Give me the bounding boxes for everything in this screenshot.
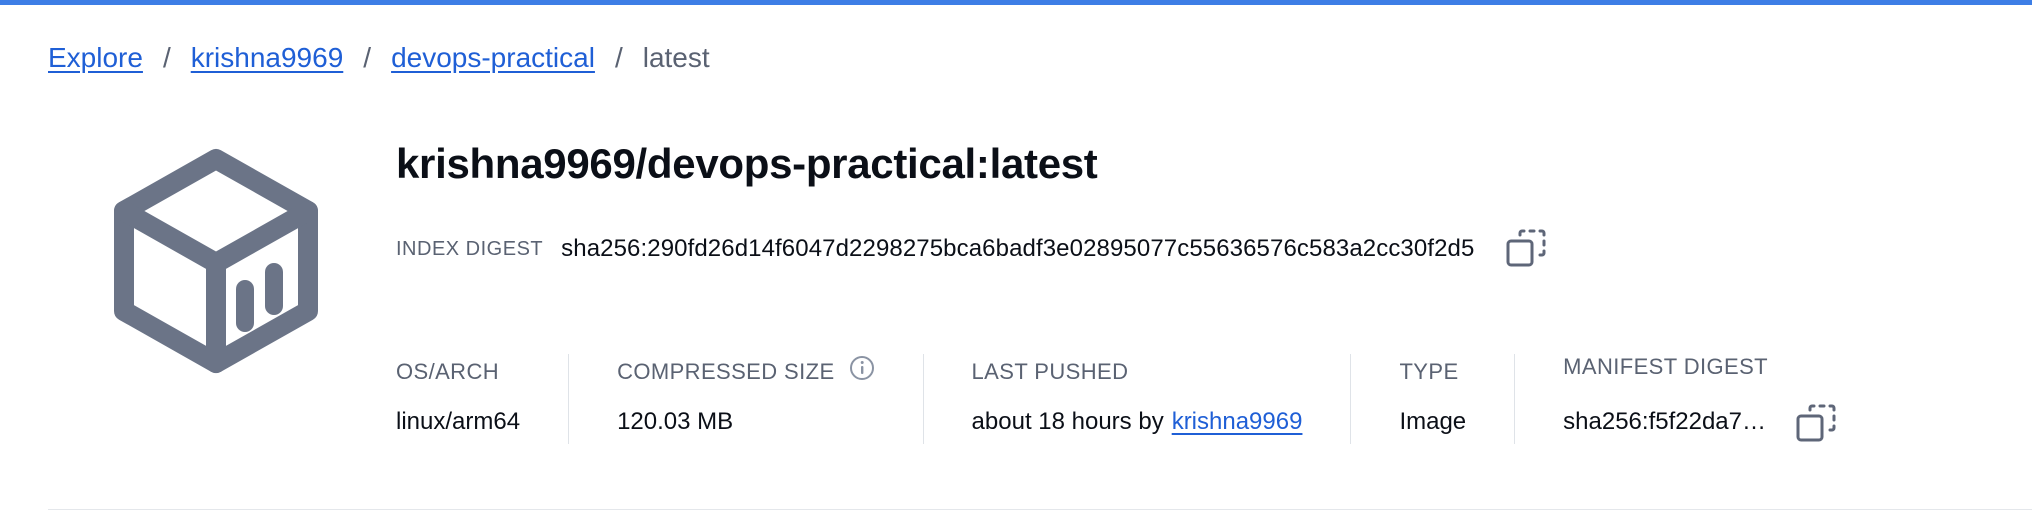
- index-digest-value: sha256:290fd26d14f6047d2298275bca6badf3e…: [561, 235, 1475, 262]
- last-pushed-time: about 18 hours by: [971, 408, 1164, 435]
- manifest-digest-row: sha256:f5f22da7…: [1563, 398, 1838, 446]
- copy-icon: [1796, 404, 1836, 442]
- type-column: TYPE Image: [1399, 354, 1516, 444]
- last-pushed-label: LAST PUSHED: [971, 359, 1129, 384]
- manifest-digest-label: MANIFEST DIGEST: [1563, 354, 1768, 379]
- index-digest-label: INDEX DIGEST: [396, 237, 544, 260]
- compressed-size-column: COMPRESSED SIZE 120.03 MB: [617, 354, 924, 444]
- manifest-digest-value: sha256:f5f22da7…: [1563, 408, 1766, 435]
- breadcrumb-separator: /: [363, 42, 372, 73]
- image-metadata: OS/ARCH linux/arm64 COMPRESSED SIZE 120.…: [396, 354, 1838, 450]
- last-pushed-column: LAST PUSHED about 18 hours by krishna996…: [972, 354, 1352, 444]
- last-pushed-user-link[interactable]: krishna9969: [1172, 408, 1303, 436]
- os-arch-label: OS/ARCH: [396, 359, 500, 384]
- os-arch-value: linux/arm64: [396, 408, 521, 435]
- section-divider: [48, 509, 2032, 510]
- breadcrumb-current-tag: latest: [642, 42, 710, 73]
- compressed-size-header: COMPRESSED SIZE: [617, 354, 874, 390]
- copy-manifest-digest-button[interactable]: [1794, 402, 1838, 446]
- compressed-size-value: 120.03 MB: [617, 408, 734, 435]
- top-accent-bar: [0, 0, 2032, 5]
- breadcrumb-user-link[interactable]: krishna9969: [191, 42, 344, 74]
- compressed-size-label: COMPRESSED SIZE: [617, 359, 835, 384]
- info-icon[interactable]: [849, 355, 875, 381]
- breadcrumb-separator: /: [614, 42, 623, 73]
- index-digest-row: INDEX DIGEST sha256:290fd26d14f6047d2298…: [396, 226, 1548, 272]
- container-cube-icon: [114, 149, 318, 373]
- os-arch-column: OS/ARCH linux/arm64: [396, 354, 570, 444]
- copy-index-digest-button[interactable]: [1504, 227, 1548, 271]
- type-label: TYPE: [1399, 359, 1459, 384]
- breadcrumb-explore-link[interactable]: Explore: [48, 42, 143, 74]
- manifest-digest-column: MANIFEST DIGEST sha256:f5f22da7…: [1563, 354, 1838, 444]
- type-value: Image: [1399, 408, 1467, 435]
- breadcrumb-separator: /: [162, 42, 171, 73]
- breadcrumb: Explore / krishna9969 / devops-practical…: [48, 36, 710, 80]
- last-pushed-value: about 18 hours by krishna9969: [972, 408, 1303, 436]
- copy-icon: [1506, 229, 1546, 267]
- page-title: krishna9969/devops-practical:latest: [396, 140, 1098, 187]
- breadcrumb-repo-link[interactable]: devops-practical: [391, 42, 595, 74]
